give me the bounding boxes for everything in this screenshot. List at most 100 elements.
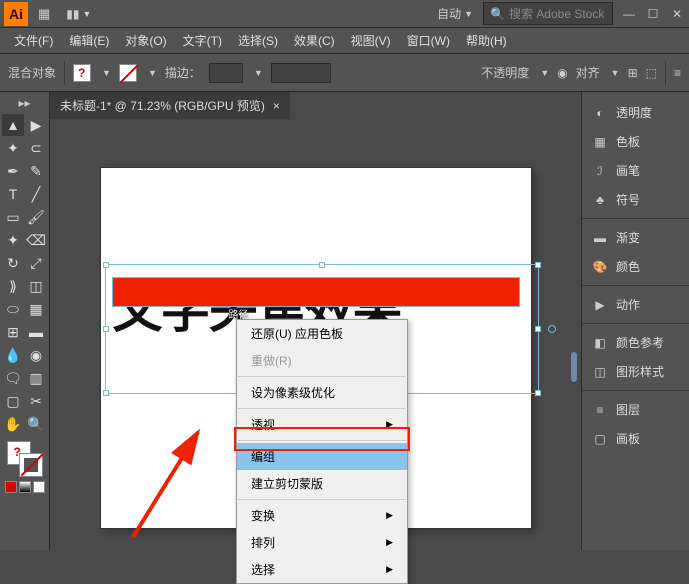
type-tool[interactable]: T	[2, 183, 24, 205]
curvature-tool[interactable]: ✎	[25, 160, 47, 182]
eyedropper-tool[interactable]: 💧	[2, 344, 24, 366]
magic-wand-tool[interactable]: ✦	[2, 137, 24, 159]
menu-effect[interactable]: 效果(C)	[288, 29, 341, 52]
panel-brushes[interactable]: ℐ画笔	[582, 156, 689, 185]
direct-selection-tool[interactable]: ▶	[25, 114, 47, 136]
panel-artboards[interactable]: ▢画板	[582, 424, 689, 453]
width-tool[interactable]: ⟫	[2, 275, 24, 297]
selection-tool[interactable]: ▲	[2, 114, 24, 136]
minimize-button[interactable]: ―	[621, 7, 637, 21]
panel-graphic-styles[interactable]: ◫图形样式	[582, 357, 689, 386]
panel-transparency[interactable]: ◐透明度	[582, 98, 689, 127]
paintbrush-tool[interactable]: 🖌	[25, 206, 47, 228]
mini-swatch-none[interactable]	[33, 481, 45, 493]
options-menu-icon[interactable]: ≡	[674, 66, 681, 80]
panel-color[interactable]: 🎨颜色	[582, 252, 689, 281]
layers-icon: ≡	[592, 402, 608, 418]
cm-redo: 重做(R)	[237, 347, 407, 374]
options-bar: 混合对象 ?▼ ▼ 描边： ▼ 不透明度▼ ◉ 对齐▼ ⊞ ⬚ ≡	[0, 54, 689, 92]
opacity-label[interactable]: 不透明度	[481, 64, 529, 81]
graph-tool[interactable]: ▥	[25, 367, 47, 389]
menubar: 文件(F) 编辑(E) 对象(O) 文字(T) 选择(S) 效果(C) 视图(V…	[0, 28, 689, 54]
align-label[interactable]: 对齐	[576, 64, 600, 81]
ai-logo: Ai	[4, 2, 28, 26]
mesh-tool[interactable]: ⊞	[2, 321, 24, 343]
panel-gradient[interactable]: ▬渐变	[582, 223, 689, 252]
fill-swatch[interactable]: ?	[73, 64, 91, 82]
blend-label: 混合对象	[8, 64, 56, 81]
free-transform-tool[interactable]: ◫	[25, 275, 47, 297]
stroke-label: 描边：	[165, 64, 201, 81]
cm-transform[interactable]: 变换▶	[237, 502, 407, 529]
workspace-switcher[interactable]: ▮▮▼	[60, 5, 97, 23]
gradient-icon: ▬	[592, 230, 608, 246]
stroke-style-input[interactable]	[271, 63, 331, 83]
shape-builder-tool[interactable]: ⬭	[2, 298, 24, 320]
scrollbar-thumb[interactable]	[571, 352, 577, 382]
scale-tool[interactable]: ⤢	[25, 252, 47, 274]
gradient-tool[interactable]: ▬	[25, 321, 47, 343]
bridge-icon[interactable]: ▦	[38, 6, 50, 22]
menu-object[interactable]: 对象(O)	[119, 29, 172, 52]
rotate-tool[interactable]: ↻	[2, 252, 24, 274]
slice-tool[interactable]: ✂	[25, 390, 47, 412]
menu-select[interactable]: 选择(S)	[232, 29, 284, 52]
line-tool[interactable]: ╱	[25, 183, 47, 205]
cm-make-clipping-mask[interactable]: 建立剪切蒙版	[237, 470, 407, 497]
brushes-icon: ℐ	[592, 163, 608, 179]
cm-perspective[interactable]: 透视▶	[237, 411, 407, 438]
menu-help[interactable]: 帮助(H)	[460, 29, 513, 52]
recolor-icon[interactable]: ◉	[557, 66, 567, 80]
panel-layers[interactable]: ≡图层	[582, 395, 689, 424]
menu-type[interactable]: 文字(T)	[177, 29, 228, 52]
transparency-icon: ◐	[592, 105, 608, 121]
stroke-swatch[interactable]	[119, 64, 137, 82]
artboard-tool[interactable]: ▢	[2, 390, 24, 412]
cm-group[interactable]: 编组	[237, 443, 407, 470]
document-tab[interactable]: 未标题-1* @ 71.23% (RGB/GPU 预览) ×	[50, 92, 290, 120]
cm-arrange[interactable]: 排列▶	[237, 529, 407, 556]
menu-view[interactable]: 视图(V)	[345, 29, 397, 52]
cm-undo[interactable]: 还原(U) 应用色板	[237, 320, 407, 347]
color-icon: 🎨	[592, 259, 608, 275]
artboards-icon: ▢	[592, 431, 608, 447]
maximize-button[interactable]: ☐	[645, 7, 661, 21]
tab-close-icon[interactable]: ×	[273, 99, 280, 113]
panel-symbols[interactable]: ♣符号	[582, 185, 689, 214]
pen-tool[interactable]: ✒	[2, 160, 24, 182]
auto-label[interactable]: 自动	[437, 5, 461, 22]
mini-swatch-color[interactable]	[5, 481, 17, 493]
panel-color-guide[interactable]: ◧颜色参考	[582, 328, 689, 357]
actions-icon: ▶	[592, 297, 608, 313]
cm-pixel-perfect[interactable]: 设为像素级优化	[237, 379, 407, 406]
hand-tool[interactable]: ✋	[2, 413, 24, 435]
stroke-weight-input[interactable]	[209, 63, 243, 83]
shaper-tool[interactable]: ✦	[2, 229, 24, 251]
color-guide-icon: ◧	[592, 335, 608, 351]
menu-file[interactable]: 文件(F)	[8, 29, 59, 52]
close-button[interactable]: ✕	[669, 7, 685, 21]
graphic-styles-icon: ◫	[592, 364, 608, 380]
toolbox-collapse-icon[interactable]: ▸▸	[18, 96, 30, 110]
panel-swatches[interactable]: ▦色板	[582, 127, 689, 156]
symbol-sprayer-tool[interactable]: 🗨	[2, 367, 24, 389]
perspective-tool[interactable]: ▦	[25, 298, 47, 320]
right-panel: ◐透明度 ▦色板 ℐ画笔 ♣符号 ▬渐变 🎨颜色 ▶动作 ◧颜色参考 ◫图形样式…	[581, 92, 689, 550]
transform-icon[interactable]: ⊞	[628, 66, 638, 80]
zoom-tool[interactable]: 🔍	[25, 413, 47, 435]
menu-window[interactable]: 窗口(W)	[401, 29, 456, 52]
search-stock-input[interactable]: 🔍搜索 Adobe Stock	[483, 2, 613, 25]
stroke-color-swatch[interactable]	[19, 453, 43, 477]
color-swatches[interactable]	[7, 441, 43, 477]
mini-swatch-gradient[interactable]	[19, 481, 31, 493]
context-menu: 还原(U) 应用色板 重做(R) 设为像素级优化 透视▶ 编组 建立剪切蒙版 变…	[236, 319, 408, 584]
isolate-icon[interactable]: ⬚	[646, 66, 657, 80]
toolbox: ▸▸ ▲▶ ✦⊂ ✒✎ T╱ ▭🖌 ✦⌫ ↻⤢ ⟫◫ ⬭▦ ⊞▬ 💧◉ 🗨▥ ▢…	[0, 92, 50, 550]
blend-tool[interactable]: ◉	[25, 344, 47, 366]
panel-actions[interactable]: ▶动作	[582, 290, 689, 319]
cm-select[interactable]: 选择▶	[237, 556, 407, 583]
menu-edit[interactable]: 编辑(E)	[63, 29, 115, 52]
eraser-tool[interactable]: ⌫	[25, 229, 47, 251]
lasso-tool[interactable]: ⊂	[25, 137, 47, 159]
rectangle-tool[interactable]: ▭	[2, 206, 24, 228]
